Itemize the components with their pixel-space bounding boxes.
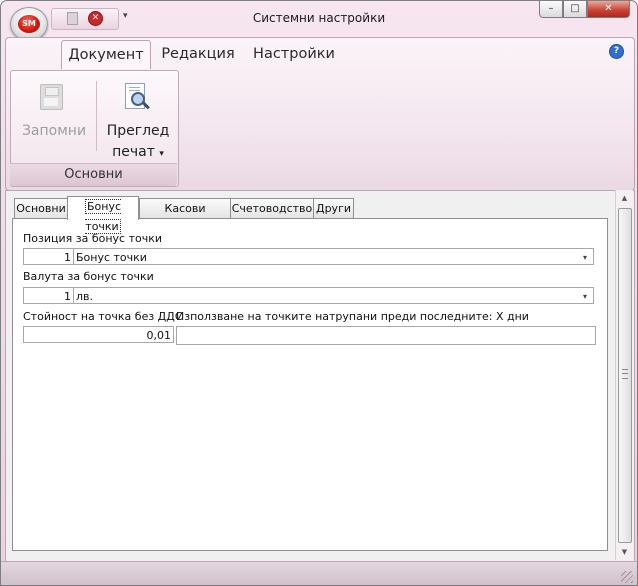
bonus-currency-label: Валута за бонус точки [23, 270, 154, 283]
point-value-label: Стойност на точка без ДДС [23, 310, 183, 323]
help-icon[interactable]: ? [609, 44, 624, 59]
tab-bonus-points[interactable]: Бонус точки [67, 196, 139, 234]
points-days-field[interactable] [176, 326, 596, 345]
close-button[interactable]: ✕ [587, 1, 630, 18]
minimize-button[interactable]: – [539, 1, 563, 18]
print-preview-button-line2[interactable]: печат ▾ [101, 144, 175, 160]
print-preview-icon [125, 83, 150, 110]
ribbon-group-label: Основни [10, 163, 177, 186]
scroll-up-icon[interactable]: ▲ [616, 190, 633, 206]
grip-icon [622, 369, 628, 379]
tab-general[interactable]: Основни [14, 198, 68, 219]
ribbon-separator [96, 81, 97, 151]
title-bar: SM ✕ ▾ Системни настройки – □ ✕ [1, 1, 637, 41]
bonus-currency-select[interactable]: лв. ▾ [73, 287, 594, 304]
tab-settings[interactable]: Настройки [251, 40, 337, 68]
bonus-currency-code-field[interactable]: 1 [23, 287, 74, 304]
points-days-label: Използване на точките натрупани преди по… [176, 310, 529, 323]
chevron-down-icon[interactable]: ▾ [583, 288, 587, 305]
vertical-scrollbar[interactable]: ▲ ▼ [615, 190, 633, 560]
point-value-field[interactable]: 0,01 [23, 326, 174, 343]
tab-panel-bonus-points [12, 218, 608, 551]
print-preview-button[interactable]: Преглед [101, 123, 175, 139]
chevron-down-icon: ▾ [159, 149, 164, 159]
status-bar [1, 561, 637, 585]
tab-edit[interactable]: Редакция [159, 40, 237, 68]
save-button[interactable]: Запомни [15, 123, 93, 139]
chevron-down-icon[interactable]: ▾ [583, 249, 587, 266]
tab-cash-registers[interactable]: Касови апарати [139, 198, 231, 235]
scrollbar-thumb[interactable] [618, 208, 632, 543]
bonus-position-select[interactable]: Бонус точки ▾ [73, 248, 594, 265]
app-window: SM ✕ ▾ Системни настройки – □ ✕ Документ… [0, 0, 638, 586]
scroll-down-icon[interactable]: ▼ [616, 544, 633, 560]
bonus-position-code-field[interactable]: 1 [23, 248, 74, 265]
save-icon [40, 84, 63, 110]
tab-accounting[interactable]: Счетоводство [230, 198, 314, 219]
resize-grip-icon[interactable] [621, 571, 633, 583]
tab-other[interactable]: Други [313, 198, 354, 219]
maximize-button[interactable]: □ [563, 1, 587, 18]
tab-document[interactable]: Документ [61, 40, 151, 69]
